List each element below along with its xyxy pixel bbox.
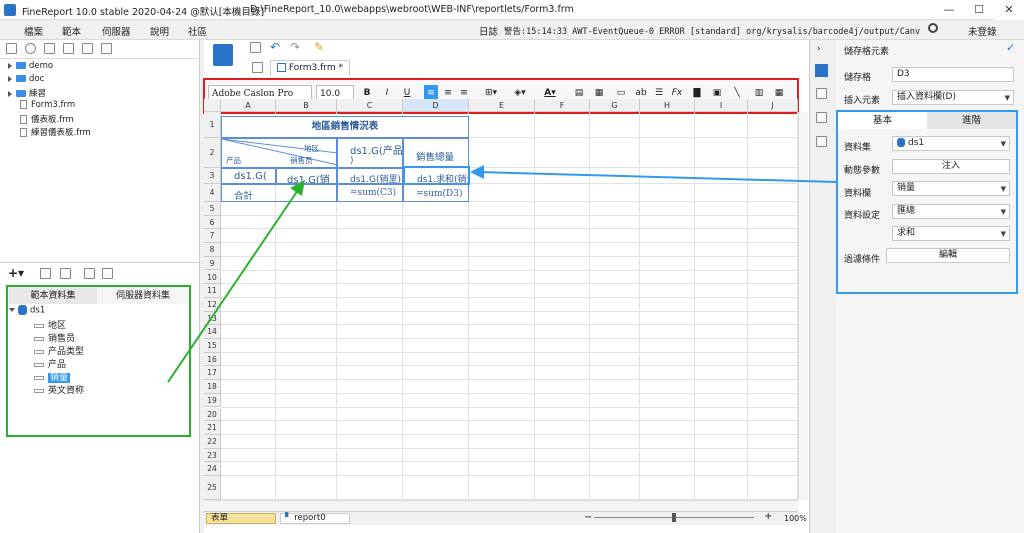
blue-arrowhead bbox=[470, 165, 484, 179]
green-arrow bbox=[167, 189, 299, 383]
annotation-arrows bbox=[167, 165, 837, 383]
green-arrowhead bbox=[290, 180, 305, 196]
blue-arrow bbox=[477, 171, 837, 183]
